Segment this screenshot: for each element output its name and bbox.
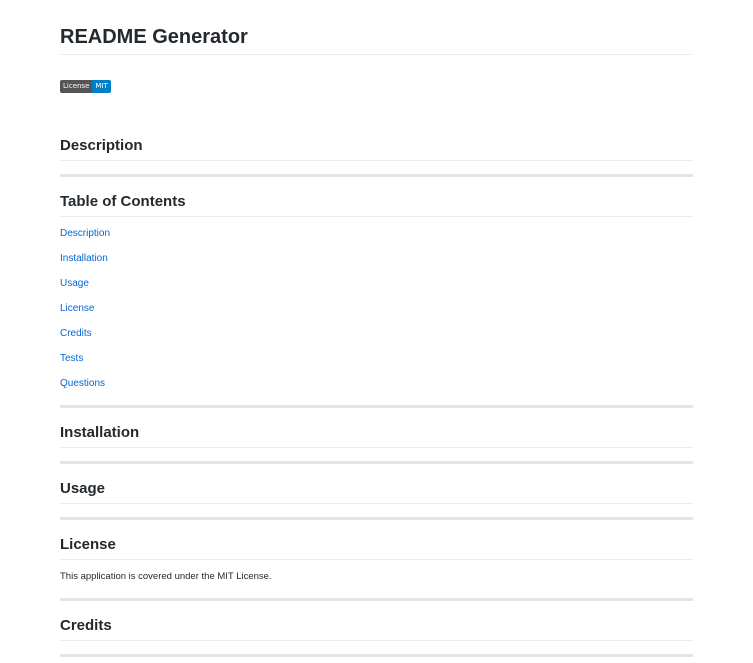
divider-license [60,598,693,601]
license-badge-label: License [60,80,93,93]
section-usage: Usage [60,480,693,504]
readme-page: README Generator License MIT Description… [0,0,753,663]
toc-link-description[interactable]: Description [60,228,110,239]
toc-link-usage[interactable]: Usage [60,278,89,289]
divider-usage [60,517,693,520]
toc-link-credits[interactable]: Credits [60,328,92,339]
divider-toc [60,405,693,408]
license-text: This application is covered under the MI… [60,571,272,582]
toc-link-tests[interactable]: Tests [60,353,83,364]
license-badge[interactable]: License MIT [60,80,111,93]
heading-installation: Installation [60,424,693,448]
page-title: README Generator [60,25,693,55]
toc-item: Usage [60,277,110,302]
toc-item: Credits [60,327,110,352]
divider-credits [60,654,693,657]
section-credits: Credits [60,617,693,641]
heading-credits: Credits [60,617,693,641]
toc-list: Description Installation Usage License C… [60,227,110,402]
heading-toc: Table of Contents [60,193,693,217]
heading-usage: Usage [60,480,693,504]
divider-installation [60,461,693,464]
heading-license: License [60,536,693,560]
toc-item: Installation [60,252,110,277]
license-badge-value: MIT [92,80,111,93]
section-license: License [60,536,693,560]
section-description: Description [60,137,693,161]
toc-item: Tests [60,352,110,377]
section-toc: Table of Contents [60,193,693,217]
toc-link-license[interactable]: License [60,303,94,314]
toc-link-installation[interactable]: Installation [60,253,108,264]
divider-description [60,174,693,177]
section-installation: Installation [60,424,693,448]
toc-link-questions[interactable]: Questions [60,378,105,389]
heading-description: Description [60,137,693,161]
toc-item: Description [60,227,110,252]
toc-item: Questions [60,377,110,402]
toc-item: License [60,302,110,327]
